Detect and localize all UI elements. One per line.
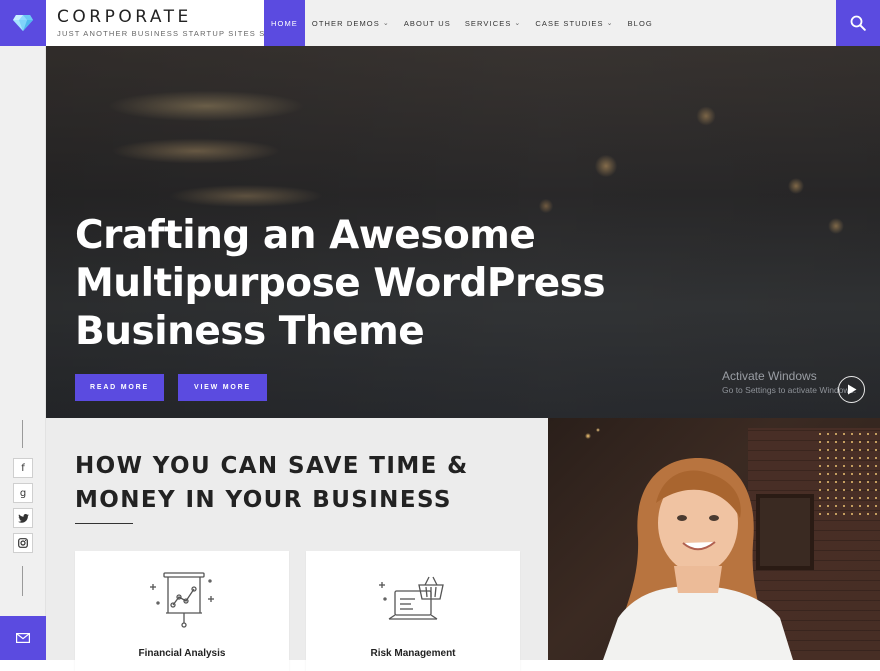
- nav-item-services[interactable]: SERVICES ⌄: [458, 0, 529, 46]
- save-time-section: HOW YOU CAN SAVE TIME & MONEY IN YOUR BU…: [46, 418, 548, 671]
- diamond-logo-icon[interactable]: [0, 0, 46, 46]
- button-label: READ MORE: [90, 384, 149, 391]
- instagram-icon[interactable]: [13, 533, 33, 553]
- service-card-risk-management[interactable]: Risk Management: [306, 551, 520, 671]
- hero-banner: Crafting an Awesome Multipurpose WordPre…: [46, 46, 880, 418]
- mail-icon[interactable]: [0, 616, 46, 660]
- nav-label: BLOG: [627, 18, 653, 28]
- service-card-financial-analysis[interactable]: Financial Analysis: [75, 551, 289, 671]
- google-plus-icon[interactable]: g: [13, 483, 33, 503]
- nav-item-about-us[interactable]: ABOUT US: [397, 0, 458, 46]
- card-label: Risk Management: [370, 648, 456, 659]
- card-label: Financial Analysis: [138, 648, 226, 659]
- chevron-down-icon: ⌄: [606, 20, 614, 27]
- section-title: HOW YOU CAN SAVE TIME & MONEY IN YOUR BU…: [75, 453, 469, 513]
- search-button[interactable]: [836, 0, 880, 46]
- site-tagline: JUST ANOTHER BUSINESS STARTUP SITES SITE: [57, 29, 281, 38]
- button-label: VIEW MORE: [193, 384, 252, 391]
- activate-windows-title: Activate Windows: [722, 369, 817, 383]
- nav-label: OTHER DEMOS: [311, 18, 380, 28]
- nav-item-other-demos[interactable]: OTHER DEMOS ⌄: [305, 0, 397, 46]
- activate-windows-subtitle: Go to Settings to activate Windows.: [722, 385, 857, 395]
- laptop-basket-icon: [306, 569, 520, 629]
- title-underline: [75, 523, 133, 524]
- left-rail: f g: [0, 0, 46, 660]
- play-icon: [847, 384, 856, 395]
- nav-label: ABOUT US: [403, 18, 451, 28]
- rail-divider-bottom: [22, 566, 23, 596]
- nav-label: HOME: [271, 18, 298, 28]
- search-icon: [850, 15, 866, 31]
- smiling-woman-photo: [548, 418, 880, 660]
- site-branding[interactable]: CORPORATE JUST ANOTHER BUSINESS STARTUP …: [46, 0, 281, 46]
- facebook-letter: f: [21, 462, 25, 474]
- woman-figure: [603, 458, 793, 660]
- chevron-down-icon: ⌄: [382, 20, 390, 27]
- rail-divider-top: [22, 420, 23, 448]
- chevron-down-icon: ⌄: [514, 20, 522, 27]
- view-more-button[interactable]: VIEW MORE: [178, 374, 267, 401]
- site-title[interactable]: CORPORATE: [57, 8, 264, 26]
- nav-item-blog[interactable]: BLOG: [621, 0, 660, 46]
- nav-label: SERVICES: [464, 18, 512, 28]
- hero-title: Crafting an Awesome Multipurpose WordPre…: [75, 213, 606, 354]
- main-navigation: HOME OTHER DEMOS ⌄ ABOUT US SERVICES ⌄ C…: [264, 0, 836, 46]
- read-more-button[interactable]: READ MORE: [75, 374, 164, 401]
- nav-item-home[interactable]: HOME: [264, 0, 305, 46]
- nav-label: CASE STUDIES: [535, 18, 604, 28]
- nav-item-case-studies[interactable]: CASE STUDIES ⌄: [528, 0, 620, 46]
- google-letter: g: [19, 487, 27, 499]
- facebook-icon[interactable]: f: [13, 458, 33, 478]
- twitter-icon[interactable]: [13, 508, 33, 528]
- play-video-button[interactable]: [838, 376, 865, 403]
- presentation-chart-icon: [75, 569, 289, 629]
